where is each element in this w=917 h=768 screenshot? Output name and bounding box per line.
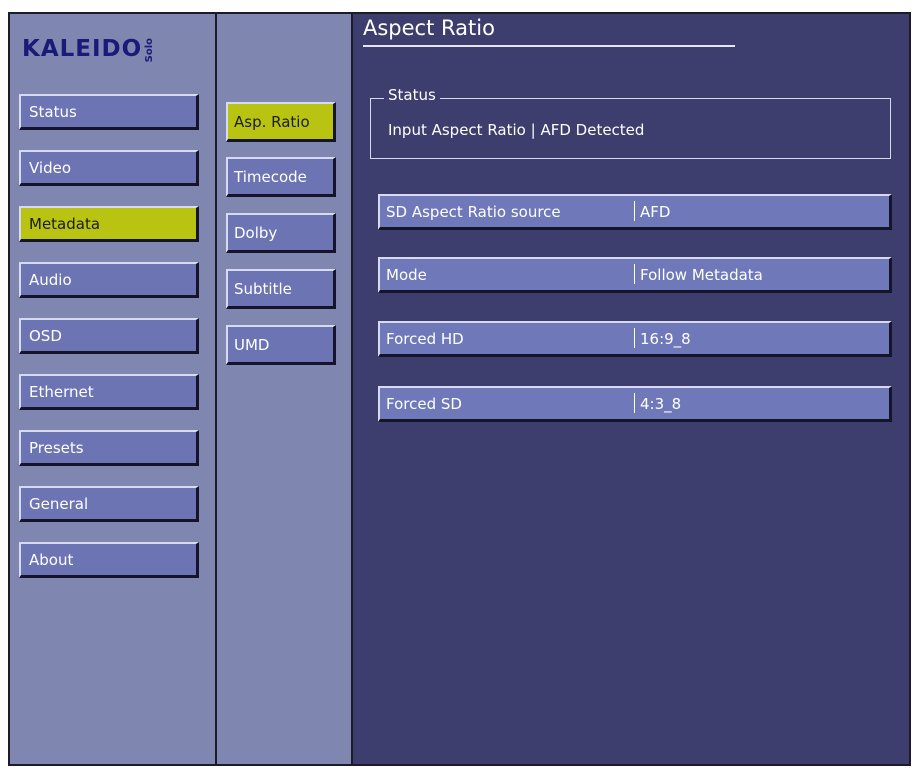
- setting-row-forced-hd[interactable]: Forced HD 16:9_8: [378, 321, 892, 357]
- setting-value: 4:3_8: [640, 395, 682, 413]
- nav-osd-label: OSD: [29, 326, 62, 345]
- nav-osd-button[interactable]: OSD: [19, 318, 199, 354]
- setting-separator: [634, 328, 635, 348]
- setting-label: SD Aspect Ratio source: [386, 203, 561, 221]
- nav-presets-label: Presets: [29, 438, 84, 457]
- nav-audio-button[interactable]: Audio: [19, 262, 199, 298]
- nav-about-button[interactable]: About: [19, 542, 199, 578]
- setting-label: Mode: [386, 266, 427, 284]
- status-label: Input Aspect Ratio: [388, 121, 526, 139]
- nav-ethernet-label: Ethernet: [29, 382, 94, 401]
- nav-video-button[interactable]: Video: [19, 150, 199, 186]
- subnav-asp-ratio-label: Asp. Ratio: [234, 112, 310, 131]
- logo-subtext: Solo: [144, 37, 156, 62]
- subnav-timecode-label: Timecode: [234, 167, 307, 186]
- setting-separator: [634, 201, 635, 221]
- nav-ethernet-button[interactable]: Ethernet: [19, 374, 199, 410]
- setting-row-mode[interactable]: Mode Follow Metadata: [378, 257, 892, 293]
- subnav-dolby-label: Dolby: [234, 223, 278, 242]
- setting-row-forced-sd[interactable]: Forced SD 4:3_8: [378, 386, 892, 422]
- nav-video-label: Video: [29, 158, 72, 177]
- setting-label: Forced SD: [386, 395, 462, 413]
- nav-status-button[interactable]: Status: [19, 94, 199, 130]
- setting-row-sd-aspect-source[interactable]: SD Aspect Ratio source AFD: [378, 194, 892, 230]
- status-line: Input Aspect Ratio | AFD Detected: [388, 121, 644, 139]
- title-underline: [363, 45, 735, 47]
- page-title: Aspect Ratio: [363, 16, 495, 40]
- status-legend: Status: [384, 86, 440, 104]
- status-value: AFD Detected: [540, 121, 645, 139]
- subnav-timecode-button[interactable]: Timecode: [226, 157, 336, 197]
- kaleido-logo: KALEIDO Solo: [22, 28, 155, 62]
- nav-status-label: Status: [29, 102, 77, 121]
- subnav-subtitle-label: Subtitle: [234, 279, 292, 298]
- subnav-asp-ratio-button[interactable]: Asp. Ratio: [226, 102, 336, 142]
- setting-label: Forced HD: [386, 330, 464, 348]
- subnav-umd-label: UMD: [234, 335, 270, 354]
- logo-text: KALEIDO: [22, 36, 143, 62]
- subnav-subtitle-button[interactable]: Subtitle: [226, 269, 336, 309]
- subnav-dolby-button[interactable]: Dolby: [226, 213, 336, 253]
- setting-separator: [634, 393, 635, 413]
- nav-about-label: About: [29, 550, 74, 569]
- setting-value: 16:9_8: [640, 330, 691, 348]
- nav-general-button[interactable]: General: [19, 486, 199, 522]
- nav-general-label: General: [29, 494, 89, 513]
- setting-value: Follow Metadata: [640, 266, 763, 284]
- setting-value: AFD: [640, 203, 671, 221]
- subnav-umd-button[interactable]: UMD: [226, 325, 336, 365]
- nav-audio-label: Audio: [29, 270, 72, 289]
- status-separator: |: [530, 121, 541, 139]
- setting-separator: [634, 264, 635, 284]
- nav-metadata-button[interactable]: Metadata: [19, 206, 199, 242]
- nav-presets-button[interactable]: Presets: [19, 430, 199, 466]
- nav-metadata-label: Metadata: [29, 214, 101, 233]
